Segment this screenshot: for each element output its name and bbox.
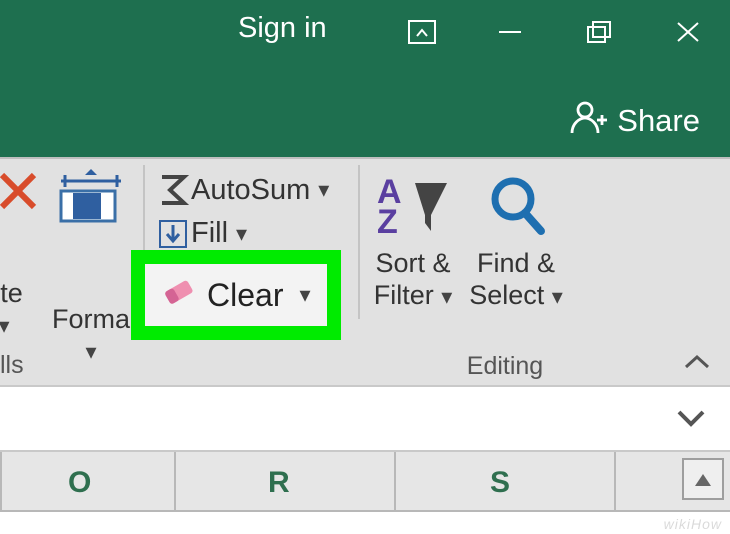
svg-text:Z: Z: [377, 203, 398, 239]
autosum-label: AutoSum: [191, 174, 310, 207]
ribbon-inner: ete Forma lls AutoSum: [0, 159, 730, 353]
clear-button[interactable]: Clear: [145, 264, 327, 326]
sigma-icon: [155, 173, 191, 207]
format-label: Forma: [40, 304, 142, 335]
find-select-label-1: Find &: [477, 248, 555, 278]
col-divider: [394, 452, 396, 510]
ribbon-display-options-icon: [407, 19, 437, 50]
col-divider: [0, 452, 2, 510]
window-minimize-button[interactable]: [483, 14, 537, 54]
find-select-dropdown-caret[interactable]: [552, 284, 563, 309]
sign-in-link[interactable]: Sign in: [238, 12, 327, 45]
watermark: wikiHow: [664, 516, 722, 532]
editing-group-label: Editing: [0, 352, 730, 381]
delete-x-icon: [0, 200, 40, 217]
expand-formula-bar-button[interactable]: [674, 405, 708, 436]
fill-down-arrow-icon: [155, 219, 191, 249]
close-icon: [673, 19, 703, 50]
autosum-dropdown-caret[interactable]: [318, 177, 329, 203]
find-select-label-2: Select: [469, 280, 544, 310]
chevron-up-icon: [682, 360, 712, 377]
sort-filter-button[interactable]: A Z Sort & Filter: [367, 167, 459, 312]
col-divider: [174, 452, 176, 510]
chevron-down-icon: [674, 418, 708, 435]
autosum-button[interactable]: AutoSum: [155, 173, 329, 207]
eraser-icon: [159, 276, 195, 314]
sort-filter-label-2: Filter: [374, 280, 434, 310]
ribbon-display-options-button[interactable]: [395, 14, 449, 54]
minimize-icon: [495, 19, 525, 50]
titlebar: Sign in Share: [0, 0, 730, 157]
magnifier-icon: [462, 167, 570, 245]
formula-bar[interactable]: [0, 385, 730, 452]
sort-filter-label-1: Sort &: [375, 248, 450, 278]
col-divider: [614, 452, 616, 510]
fill-label: Fill: [191, 217, 228, 250]
sort-filter-dropdown-caret[interactable]: [441, 284, 452, 309]
scroll-up-button[interactable]: [682, 458, 724, 500]
column-header[interactable]: S: [490, 466, 510, 500]
clear-label: Clear: [207, 277, 283, 314]
column-header[interactable]: R: [268, 466, 290, 500]
share-button[interactable]: Share: [569, 98, 700, 144]
window-restore-button[interactable]: [573, 14, 627, 54]
fill-dropdown-caret[interactable]: [236, 221, 247, 247]
sort-filter-icon: A Z: [367, 167, 459, 245]
share-person-icon: [569, 98, 607, 144]
clear-dropdown-caret[interactable]: [299, 282, 310, 308]
group-separator: [358, 165, 360, 319]
column-header-row: O R S: [0, 452, 730, 512]
tutorial-highlight: Clear: [131, 250, 341, 340]
find-select-button[interactable]: Find & Select: [462, 167, 570, 312]
column-header[interactable]: O: [68, 466, 91, 500]
share-label: Share: [617, 103, 700, 139]
triangle-up-icon: [693, 462, 713, 496]
window-close-button[interactable]: [661, 14, 715, 54]
format-button[interactable]: Forma: [40, 167, 142, 365]
fill-button[interactable]: Fill: [155, 217, 247, 250]
ribbon-editing-section: ete Forma lls AutoSum: [0, 157, 730, 385]
collapse-ribbon-button[interactable]: [682, 351, 712, 378]
format-icon: [55, 214, 127, 231]
restore-icon: [585, 19, 615, 50]
